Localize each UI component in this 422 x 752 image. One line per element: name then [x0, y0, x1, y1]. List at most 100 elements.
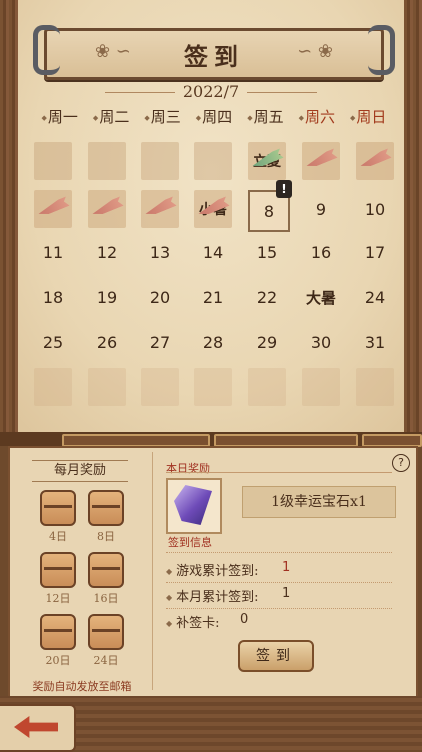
chest-icon	[40, 490, 76, 526]
weekday-sun: 周日	[343, 106, 394, 127]
chest-icon	[88, 490, 124, 526]
signed-leaf-icon	[90, 196, 123, 217]
calendar-day-signed[interactable]	[302, 142, 340, 180]
calendar-day-signed[interactable]	[34, 190, 72, 228]
stat-month-total: ◆ 本月累计签到: 1	[166, 586, 291, 605]
calendar-day-solar-term[interactable]: 大暑	[302, 278, 340, 316]
stat-game-total-value: 1	[282, 560, 291, 575]
monthly-rewards: 每月奖励 4日 8日 12日 16日 20日 24日 奖励自动发放至邮箱	[12, 452, 153, 693]
calendar-empty-cell	[34, 142, 72, 180]
calendar-empty-cell	[356, 368, 394, 406]
chest-icon	[88, 614, 124, 650]
calendar-day[interactable]: 19	[88, 278, 126, 316]
chest-icon	[88, 552, 124, 588]
stat-game-total: ◆ 游戏累计签到: 1	[166, 560, 291, 579]
calendar-day[interactable]: 22	[248, 278, 286, 316]
weekday-fri: 周五	[240, 106, 291, 127]
monthly-chest[interactable]: 12日	[40, 552, 76, 606]
monthly-chest[interactable]: 4日	[40, 490, 76, 544]
calendar-day[interactable]: 24	[356, 278, 394, 316]
chest-day-label: 24日	[93, 654, 119, 667]
monthly-chest[interactable]: 16日	[88, 552, 124, 606]
calendar-day[interactable]: 21	[194, 278, 232, 316]
reward-name: 1级幸运宝石x1	[242, 486, 396, 518]
calendar-day[interactable]: 26	[88, 323, 126, 361]
calendar-day[interactable]: 28	[194, 323, 232, 361]
calendar-day[interactable]: 13	[141, 233, 179, 271]
calendar-day[interactable]: 11	[34, 233, 72, 271]
calendar-day-signed[interactable]	[88, 190, 126, 228]
calendar-day[interactable]: 10	[356, 190, 394, 228]
month-label: 2022/7	[0, 82, 422, 101]
calendar-day-signed[interactable]: 立夏	[248, 142, 286, 180]
calendar-day[interactable]: 16	[302, 233, 340, 271]
calendar-day[interactable]: 9	[302, 190, 340, 228]
stat-makeup-card: ◆ 补签卡: 0	[166, 612, 249, 631]
calendar-day-signed[interactable]	[356, 142, 394, 180]
monthly-chest[interactable]: 8日	[88, 490, 124, 544]
calendar-empty-cell	[141, 142, 179, 180]
calendar-day-signed[interactable]: 小暑	[194, 190, 232, 228]
chest-day-label: 20日	[45, 654, 71, 667]
calendar-day[interactable]: 29	[248, 323, 286, 361]
calendar-empty-cell	[248, 368, 286, 406]
calendar-empty-cell	[194, 142, 232, 180]
chest-icon	[40, 552, 76, 588]
today-reward-label: 本日奖励	[166, 462, 210, 475]
calendar-day[interactable]: 17	[356, 233, 394, 271]
weekday-sat: 周六	[291, 106, 342, 127]
back-button[interactable]	[0, 704, 76, 752]
calendar-empty-cell	[302, 368, 340, 406]
calendar-day[interactable]: 30	[302, 323, 340, 361]
sign-info-label: 签到信息	[168, 536, 212, 549]
chest-icon	[40, 614, 76, 650]
weekday-header: 周一 周二 周三 周四 周五 周六 周日	[34, 106, 394, 127]
signed-leaf-icon	[304, 148, 337, 169]
calendar-empty-cell	[34, 368, 72, 406]
calendar-day[interactable]: 15	[248, 233, 286, 271]
signin-button[interactable]: 签到	[238, 640, 314, 672]
calendar-day[interactable]: 20	[141, 278, 179, 316]
signed-leaf-icon	[36, 196, 69, 217]
calendar-empty-cell	[88, 142, 126, 180]
calendar-panel: ❀ ∽ ∽ ❀ 签到 2022/7 周一 周二 周三 周四 周五 周六 周日 立…	[0, 0, 422, 436]
signed-leaf-icon	[143, 196, 176, 217]
wood-frame-left	[0, 0, 18, 433]
calendar-day[interactable]: 25	[34, 323, 72, 361]
back-arrow-icon	[14, 716, 58, 738]
calendar-day-signed[interactable]	[141, 190, 179, 228]
wood-frame-right	[404, 0, 422, 433]
weekday-mon: 周一	[34, 106, 85, 127]
weekday-wed: 周三	[137, 106, 188, 127]
weekday-tue: 周二	[85, 106, 136, 127]
calendar-day[interactable]: 27	[141, 323, 179, 361]
alert-icon: !	[276, 180, 292, 198]
panel-divider	[0, 432, 422, 447]
chest-day-label: 12日	[45, 592, 71, 605]
monthly-chest[interactable]: 24日	[88, 614, 124, 668]
chest-day-label: 4日	[49, 530, 67, 543]
month-text: 2022/7	[182, 82, 240, 101]
stat-month-total-value: 1	[282, 586, 291, 601]
help-icon[interactable]: ?	[392, 454, 410, 472]
calendar-empty-cell	[88, 368, 126, 406]
calendar-day[interactable]: 14	[194, 233, 232, 271]
monthly-rewards-title: 每月奖励	[32, 460, 128, 482]
monthly-chest[interactable]: 20日	[40, 614, 76, 668]
signed-leaf-icon	[358, 148, 391, 169]
auto-mail-note: 奖励自动发放至邮箱	[32, 680, 132, 693]
calendar-empty-cell	[141, 368, 179, 406]
page-title: 签到	[184, 42, 244, 71]
weekday-thu: 周四	[188, 106, 239, 127]
chest-day-label: 8日	[97, 530, 115, 543]
calendar-empty-cell	[194, 368, 232, 406]
reward-panel: 每月奖励 4日 8日 12日 16日 20日 24日 奖励自动发放至邮箱 本日奖…	[8, 446, 418, 700]
calendar-day[interactable]: 12	[88, 233, 126, 271]
gem-icon	[174, 485, 212, 525]
calendar-day[interactable]: 18	[34, 278, 72, 316]
stat-makeup-card-value: 0	[240, 612, 249, 627]
chest-day-label: 16日	[93, 592, 119, 605]
title-plaque: ❀ ∽ ∽ ❀ 签到	[33, 25, 395, 80]
calendar-day[interactable]: 31	[356, 323, 394, 361]
reward-item-frame[interactable]	[166, 478, 222, 534]
